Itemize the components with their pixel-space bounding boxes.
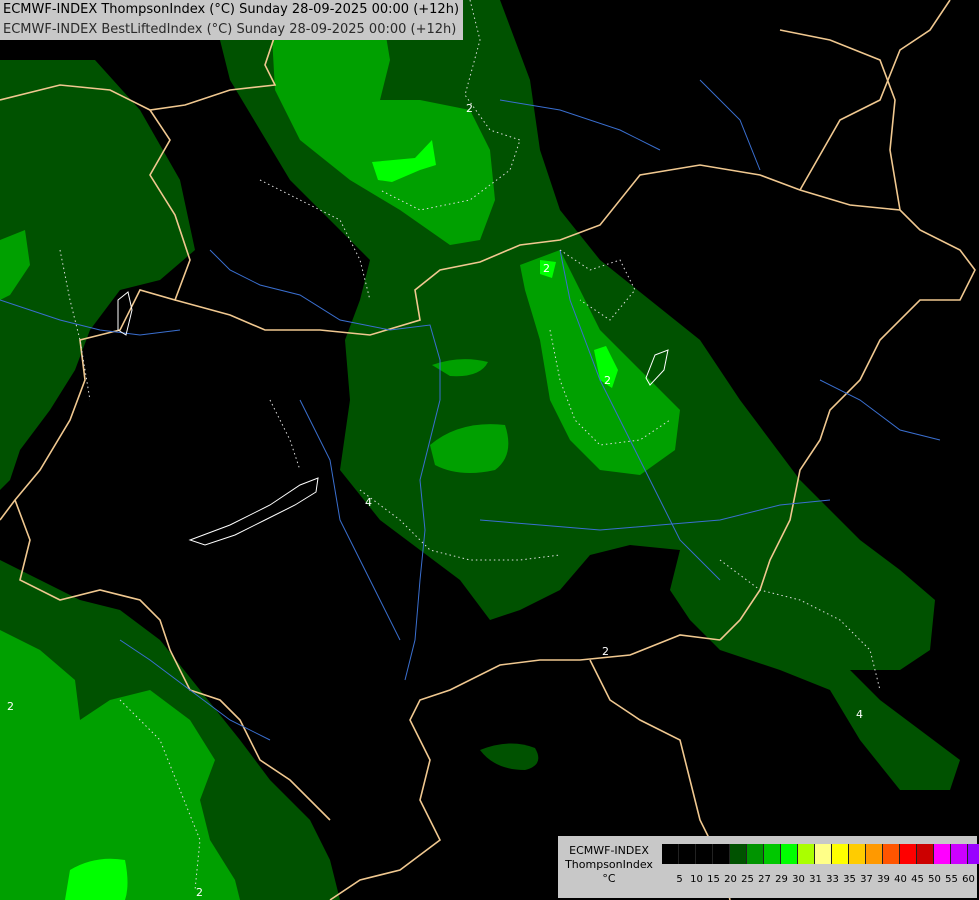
legend-tick-label: 25: [741, 874, 754, 885]
contour-label: 2: [466, 102, 473, 115]
legend-swatch: [832, 844, 849, 864]
legend-tick-label: 10: [690, 874, 703, 885]
legend-tick-label: 29: [775, 874, 788, 885]
legend-tick-label: 30: [792, 874, 805, 885]
legend-unit: °C: [602, 872, 616, 885]
contour-label: 2: [7, 700, 14, 713]
contour-label: 2: [604, 374, 611, 387]
legend-tick-label: 5: [676, 874, 683, 885]
legend-swatch: [679, 844, 696, 864]
legend-swatch: [713, 844, 730, 864]
legend-swatch: [747, 844, 764, 864]
legend-tick-label: 15: [707, 874, 720, 885]
legend-swatch: [815, 844, 832, 864]
legend-swatch: [866, 844, 883, 864]
legend-tick-label: 27: [758, 874, 771, 885]
legend-tick-label: 37: [860, 874, 873, 885]
legend-tick-label: 20: [724, 874, 737, 885]
legend-ticks: 5 10 15 20 25 27 29 30 31 33 35 37 39 40 45 50 55 60: [671, 874, 977, 885]
legend-swatch: [900, 844, 917, 864]
legend-swatch: [917, 844, 934, 864]
legend-tick-label: 33: [826, 874, 839, 885]
legend-swatch: [951, 844, 968, 864]
legend-swatch: [798, 844, 815, 864]
legend-swatch: [662, 844, 679, 864]
contour-label: 4: [856, 708, 863, 721]
contour-label: 2: [602, 645, 609, 658]
legend-swatch: [849, 844, 866, 864]
legend-swatch: [764, 844, 781, 864]
legend-swatch: [934, 844, 951, 864]
contour-label: 2: [543, 262, 550, 275]
legend-tick-label: 60: [962, 874, 975, 885]
legend-index: ThompsonIndex: [565, 858, 653, 871]
legend-tick-label: 55: [945, 874, 958, 885]
title-line-thompson: ECMWF-INDEX ThompsonIndex (°C) Sunday 28…: [3, 2, 460, 17]
legend-tick-label: 45: [911, 874, 924, 885]
legend-tick-label: 31: [809, 874, 822, 885]
contour-label: 2: [196, 886, 203, 899]
legend-tick-label: 40: [894, 874, 907, 885]
legend-model: ECMWF-INDEX: [569, 844, 649, 857]
legend-tick-label: 35: [843, 874, 856, 885]
legend-swatch: [781, 844, 798, 864]
weather-map: 2 2 2 2 2 2 4 4: [0, 0, 979, 900]
legend-swatch: [730, 844, 747, 864]
legend-tick-label: 39: [877, 874, 890, 885]
legend-tick-label: 50: [928, 874, 941, 885]
legend-swatch: [968, 844, 979, 864]
title-line-lifted: ECMWF-INDEX BestLiftedIndex (°C) Sunday …: [3, 22, 457, 37]
map-title: ECMWF-INDEX ThompsonIndex (°C) Sunday 28…: [0, 0, 464, 40]
legend-swatches: [662, 844, 979, 864]
legend-swatch: [696, 844, 713, 864]
color-legend: ECMWF-INDEX ThompsonIndex °C 5 10 15 20 25 27…: [558, 836, 979, 898]
legend-swatch: [883, 844, 900, 864]
contour-label: 4: [365, 496, 372, 509]
legend-title: ECMWF-INDEX ThompsonIndex °C: [560, 844, 658, 886]
